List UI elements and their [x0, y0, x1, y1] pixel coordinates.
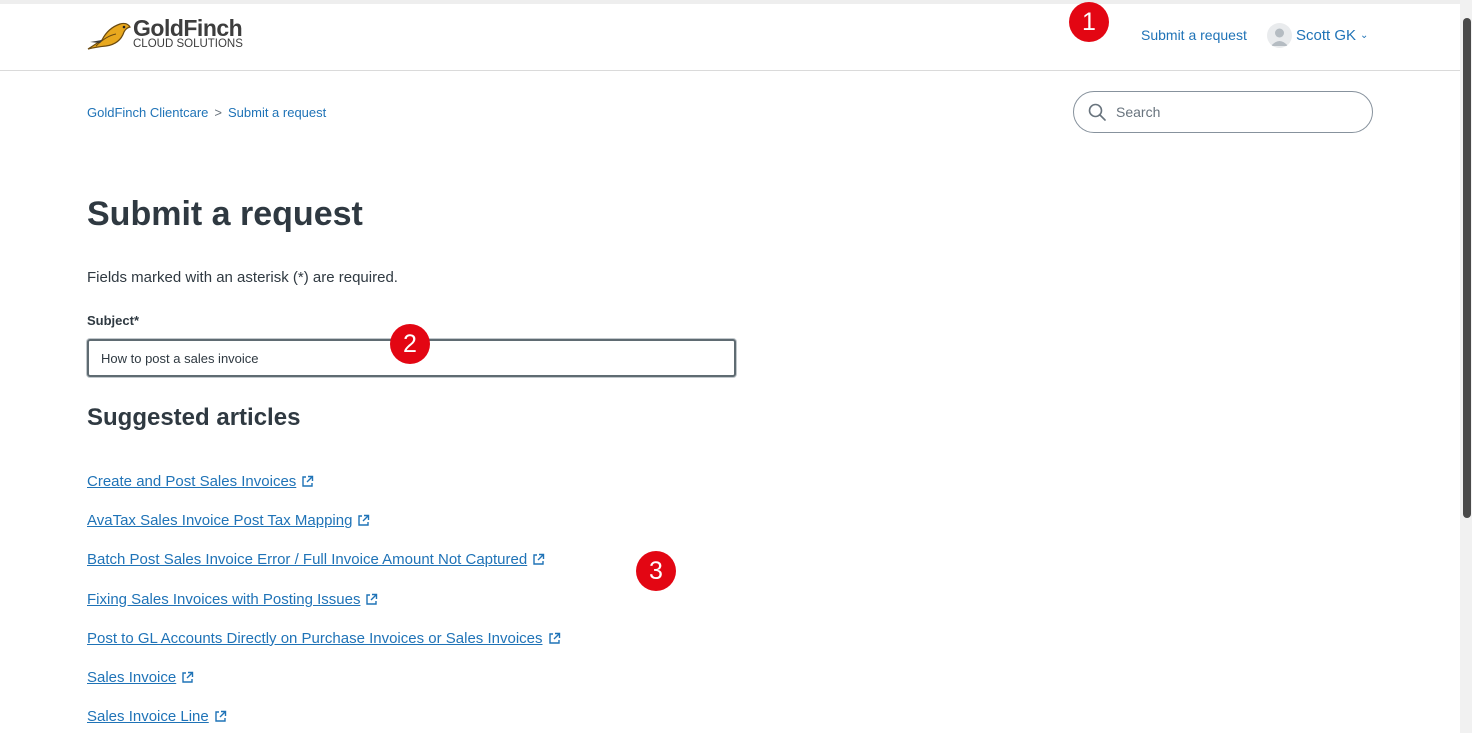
scrollbar-thumb[interactable] [1463, 18, 1471, 518]
goldfinch-logo[interactable]: GoldFinch CLOUD SOLUTIONS [86, 15, 256, 56]
article-link[interactable]: Fixing Sales Invoices with Posting Issue… [87, 591, 360, 608]
search-box[interactable] [1073, 91, 1373, 133]
user-menu[interactable]: Scott GK ⌄ [1267, 22, 1368, 48]
search-icon [1088, 103, 1106, 121]
external-link-icon [358, 515, 370, 526]
list-item: Post to GL Accounts Directly on Purchase… [87, 619, 561, 658]
article-link[interactable]: Sales Invoice Line [87, 708, 209, 725]
breadcrumb: GoldFinch Clientcare > Submit a request [87, 105, 326, 120]
avatar [1267, 22, 1292, 48]
external-link-icon [366, 593, 378, 605]
subject-label: Subject* [87, 313, 140, 328]
user-name: Scott GK [1296, 26, 1357, 44]
required-fields-note: Fields marked with an asterisk (*) are r… [87, 269, 398, 286]
annotation-marker-2: 2 [390, 324, 430, 364]
list-item: Sales Invoice Line [87, 697, 561, 736]
breadcrumb-current[interactable]: Submit a request [228, 105, 326, 120]
article-link[interactable]: AvaTax Sales Invoice Post Tax Mapping [87, 512, 352, 529]
goldfinch-bird-icon [87, 22, 131, 50]
article-link[interactable]: Batch Post Sales Invoice Error / Full In… [87, 551, 527, 568]
suggested-articles-list: Create and Post Sales Invoices AvaTax Sa… [87, 462, 561, 736]
page-title: Submit a request [87, 195, 363, 233]
search-input[interactable] [1114, 103, 1348, 121]
breadcrumb-separator: > [214, 105, 222, 120]
article-link[interactable]: Sales Invoice [87, 669, 176, 686]
external-link-icon [215, 711, 226, 722]
external-link-icon [548, 632, 560, 644]
annotation-marker-1: 1 [1069, 2, 1109, 42]
list-item: Sales Invoice [87, 658, 561, 697]
external-link-icon [302, 475, 314, 487]
list-item: Fixing Sales Invoices with Posting Issue… [87, 580, 561, 619]
article-link[interactable]: Post to GL Accounts Directly on Purchase… [87, 630, 543, 647]
breadcrumb-home[interactable]: GoldFinch Clientcare [87, 105, 208, 120]
chevron-down-icon: ⌄ [1360, 29, 1369, 41]
user-avatar-icon [1271, 28, 1288, 46]
article-link[interactable]: Create and Post Sales Invoices [87, 473, 296, 490]
submit-request-link[interactable]: Submit a request [1141, 27, 1247, 43]
list-item: AvaTax Sales Invoice Post Tax Mapping [87, 501, 561, 540]
list-item: Batch Post Sales Invoice Error / Full In… [87, 540, 561, 579]
external-link-icon [182, 671, 194, 683]
site-header: GoldFinch CLOUD SOLUTIONS 1 Submit a req… [0, 2, 1460, 71]
external-link-icon [533, 554, 545, 566]
suggested-articles-heading: Suggested articles [87, 404, 301, 431]
logo-subtitle: CLOUD SOLUTIONS [133, 38, 243, 50]
annotation-marker-3: 3 [636, 551, 676, 591]
list-item: Create and Post Sales Invoices [87, 462, 561, 501]
